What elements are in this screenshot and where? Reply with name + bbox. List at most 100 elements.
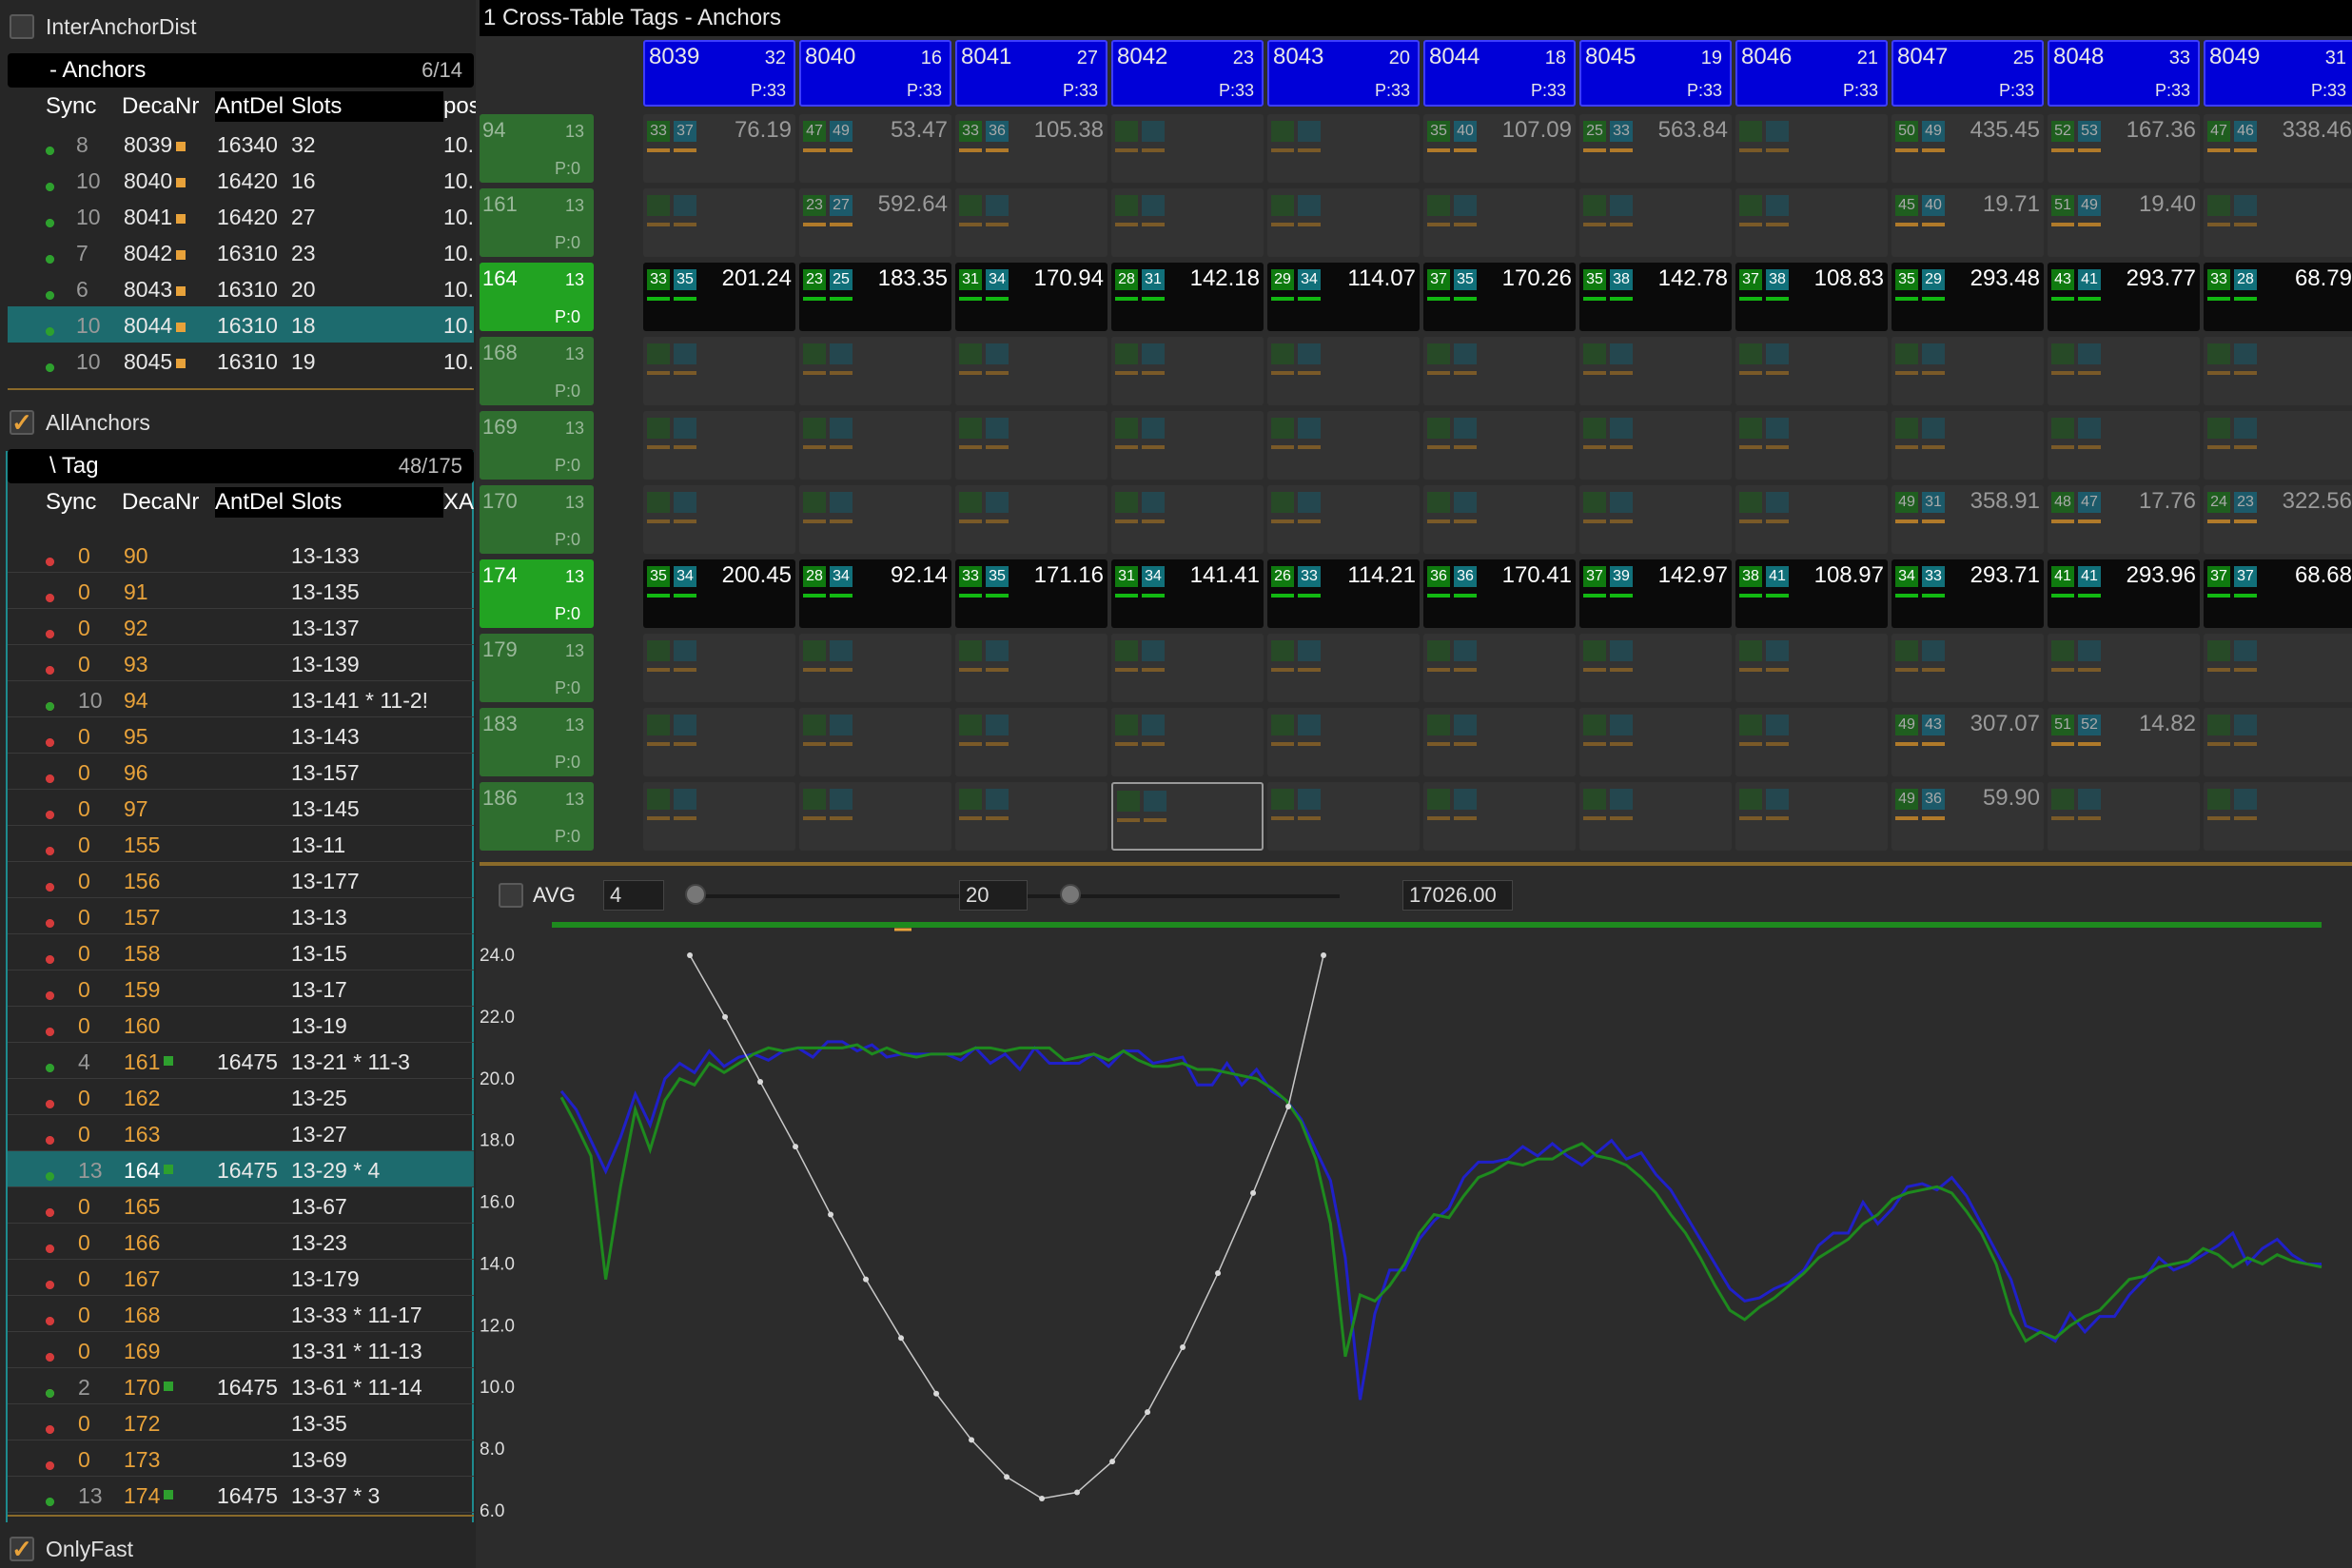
distance-cell[interactable] (955, 782, 1107, 851)
distance-cell[interactable] (1111, 188, 1264, 257)
distance-cell[interactable]: 47 49 53.47 (799, 114, 951, 183)
distance-cell[interactable]: 49 43 307.07 (1891, 708, 2044, 776)
distance-cell[interactable] (955, 485, 1107, 554)
distance-cell[interactable] (643, 337, 795, 405)
distance-cell[interactable]: 52 53 167.36 (2048, 114, 2200, 183)
distance-cell[interactable] (1735, 708, 1888, 776)
distance-cell[interactable] (955, 411, 1107, 480)
tag-row[interactable]: 0 158 13-15 (8, 934, 474, 970)
distance-cell[interactable] (1735, 114, 1888, 183)
distance-cell[interactable]: 48 47 17.76 (2048, 485, 2200, 554)
distance-cell[interactable] (1735, 411, 1888, 480)
all-anchors-toggle[interactable]: ✓ AllAnchors (10, 403, 150, 441)
tag-row-header[interactable]: 170 13 P:0 (480, 485, 594, 554)
tag-row[interactable]: 10 94 13-141 * 11-2! (8, 681, 474, 717)
anchor-column-header[interactable]: 8044 18 P:33 (1423, 40, 1576, 107)
distance-cell[interactable] (1111, 114, 1264, 183)
anchor-column-header[interactable]: 8049 31 P:33 (2204, 40, 2352, 107)
tag-row[interactable]: 0 160 13-19 (8, 1007, 474, 1043)
column-header-sync[interactable]: Sync (46, 93, 96, 120)
distance-cell[interactable] (643, 485, 795, 554)
tag-row[interactable]: 0 92 13-137 (8, 609, 474, 645)
distance-cell[interactable] (799, 411, 951, 480)
inter-anchor-dist-checkbox[interactable] (10, 14, 34, 39)
distance-cell[interactable] (1891, 337, 2044, 405)
distance-cell[interactable]: 37 37 68.68 (2204, 559, 2352, 628)
column-header-pos[interactable]: pos (443, 93, 476, 120)
distance-cell[interactable] (799, 634, 951, 702)
distance-cell[interactable] (1423, 188, 1576, 257)
tag-row[interactable]: 0 96 13-157 (8, 754, 474, 790)
distance-cell[interactable]: 41 41 293.96 (2048, 559, 2200, 628)
distance-cell[interactable]: 36 36 170.41 (1423, 559, 1576, 628)
inter-anchor-dist-toggle[interactable]: InterAnchorDist (10, 8, 197, 46)
distance-cell[interactable] (643, 708, 795, 776)
distance-cell[interactable] (1267, 485, 1420, 554)
distance-cell[interactable] (2204, 337, 2352, 405)
distance-cell[interactable]: 28 31 142.18 (1111, 263, 1264, 331)
distance-cell[interactable] (1579, 708, 1732, 776)
tag-row[interactable]: 0 97 13-145 (8, 790, 474, 826)
avg-slider-knob[interactable] (685, 884, 706, 905)
distance-cell[interactable]: 49 36 59.90 (1891, 782, 2044, 851)
anchor-row[interactable]: 10 8041 16420 27 10. (8, 198, 474, 234)
distance-cell[interactable] (1891, 411, 2044, 480)
tag-row[interactable]: 13 164 16475 13-29 * 4 (8, 1151, 474, 1187)
tag-row[interactable]: 0 156 13-177 (8, 862, 474, 898)
column-header-slots[interactable]: Slots (291, 93, 342, 120)
anchor-column-header[interactable]: 8043 20 P:33 (1267, 40, 1420, 107)
distance-cell[interactable] (1267, 337, 1420, 405)
distance-cell[interactable] (1579, 337, 1732, 405)
distance-cell[interactable]: 33 35 171.16 (955, 559, 1107, 628)
distance-cell[interactable]: 33 28 68.79 (2204, 263, 2352, 331)
distance-cell[interactable] (2204, 782, 2352, 851)
distance-cell[interactable]: 37 39 142.97 (1579, 559, 1732, 628)
column-header-xa[interactable]: XA (443, 489, 474, 516)
distance-cell[interactable]: 43 41 293.77 (2048, 263, 2200, 331)
distance-cell[interactable] (1111, 411, 1264, 480)
distance-cell[interactable] (1579, 188, 1732, 257)
tag-row-header[interactable]: 94 13 P:0 (480, 114, 594, 183)
tag-row[interactable]: 0 157 13-13 (8, 898, 474, 934)
anchor-row[interactable]: 10 8040 16420 16 10. (8, 162, 474, 198)
distance-cell[interactable] (1579, 634, 1732, 702)
distance-cell[interactable]: 38 41 108.97 (1735, 559, 1888, 628)
distance-cell[interactable] (1735, 337, 1888, 405)
column-header-slots[interactable]: Slots (291, 489, 342, 516)
anchor-column-header[interactable]: 8039 32 P:33 (643, 40, 795, 107)
distance-cell[interactable] (799, 708, 951, 776)
tag-row[interactable]: 0 159 13-17 (8, 970, 474, 1007)
tag-row[interactable]: 0 163 13-27 (8, 1115, 474, 1151)
tag-row[interactable]: 0 91 13-135 (8, 573, 474, 609)
distance-cell[interactable]: 37 35 170.26 (1423, 263, 1576, 331)
tag-row[interactable]: 0 90 13-133 (8, 537, 474, 573)
distance-cell[interactable]: 33 37 76.19 (643, 114, 795, 183)
distance-cell[interactable] (2048, 634, 2200, 702)
distance-cell[interactable]: 28 34 92.14 (799, 559, 951, 628)
distance-cell[interactable]: 29 34 114.07 (1267, 263, 1420, 331)
range-field[interactable]: 20 (959, 880, 1028, 911)
anchor-column-header[interactable]: 8045 19 P:33 (1579, 40, 1732, 107)
distance-cell[interactable] (2048, 411, 2200, 480)
distance-cell[interactable] (1423, 634, 1576, 702)
avg-checkbox[interactable] (499, 883, 523, 908)
tag-row-header[interactable]: 183 13 P:0 (480, 708, 594, 776)
distance-cell[interactable]: 33 36 105.38 (955, 114, 1107, 183)
distance-cell[interactable]: 24 23 322.56 (2204, 485, 2352, 554)
distance-cell[interactable]: 25 33 563.84 (1579, 114, 1732, 183)
anchor-column-header[interactable]: 8046 21 P:33 (1735, 40, 1888, 107)
distance-cell[interactable]: 31 34 141.41 (1111, 559, 1264, 628)
only-fast-toggle[interactable]: ✓ OnlyFast (10, 1530, 133, 1568)
tag-row[interactable]: 0 166 13-23 (8, 1224, 474, 1260)
threshold-field[interactable]: 17026.00 (1402, 880, 1513, 911)
tag-row[interactable]: 0 173 13-69 (8, 1441, 474, 1477)
anchor-column-header[interactable]: 8040 16 P:33 (799, 40, 951, 107)
distance-cell[interactable]: 37 38 108.83 (1735, 263, 1888, 331)
distance-cell[interactable] (2048, 337, 2200, 405)
distance-cell[interactable] (1423, 782, 1576, 851)
distance-cell[interactable]: 34 33 293.71 (1891, 559, 2044, 628)
distance-cell[interactable] (1579, 485, 1732, 554)
distance-cell[interactable] (1579, 411, 1732, 480)
tag-row[interactable]: 0 172 13-35 (8, 1404, 474, 1441)
anchor-row[interactable]: 10 8044 16310 18 10. (8, 306, 474, 343)
